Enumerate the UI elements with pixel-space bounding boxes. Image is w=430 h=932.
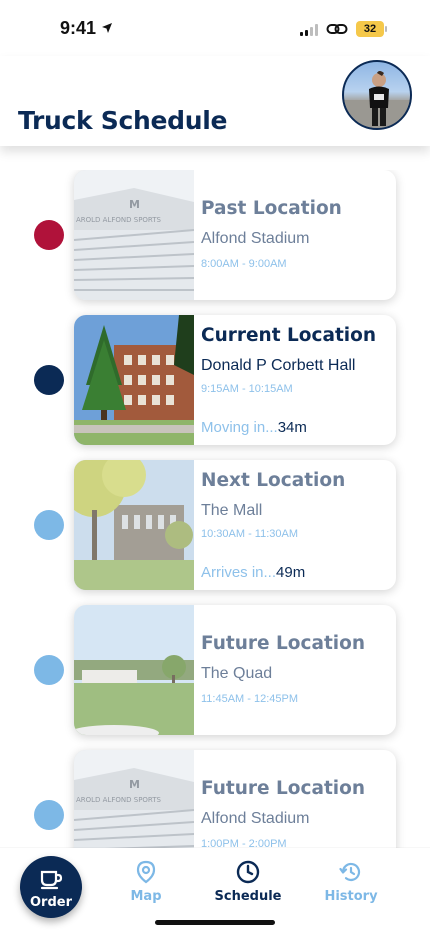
location-status: Current Location bbox=[201, 325, 377, 346]
location-status: Past Location bbox=[201, 198, 342, 219]
order-label: Order bbox=[30, 895, 72, 910]
battery-icon: 32 bbox=[356, 21, 384, 37]
coffee-cup-icon bbox=[40, 870, 63, 890]
eta-value: 49m bbox=[276, 564, 306, 581]
location-name: Donald P Corbett Hall bbox=[201, 357, 356, 374]
location-name: Alfond Stadium bbox=[201, 230, 310, 247]
avatar-photo bbox=[344, 71, 410, 128]
map-pin-icon bbox=[136, 860, 156, 884]
eta-value: 34m bbox=[277, 419, 307, 436]
card-body: Future Location The Quad 11:45AM - 12:45… bbox=[201, 605, 390, 735]
location-time: 11:45AM - 12:45PM bbox=[201, 693, 299, 705]
location-time: 8:00AM - 9:00AM bbox=[201, 258, 287, 270]
nav-item-map[interactable]: Map bbox=[101, 860, 191, 904]
location-time: 9:15AM - 10:15AM bbox=[201, 383, 293, 395]
battery-cap bbox=[385, 26, 387, 32]
location-status: Next Location bbox=[201, 470, 346, 491]
home-indicator bbox=[155, 920, 275, 925]
location-card[interactable]: Future Location The Quad 11:45AM - 12:45… bbox=[74, 605, 396, 735]
location-name: Alfond Stadium bbox=[201, 810, 310, 827]
page-header: Truck Schedule bbox=[0, 56, 430, 146]
card-body: Next Location The Mall 10:30AM - 11:30AM… bbox=[201, 460, 390, 590]
location-status: Future Location bbox=[201, 633, 366, 654]
schedule-list: M AROLD ALFOND SPORTS Past Location Alfo… bbox=[0, 170, 430, 850]
history-icon bbox=[339, 862, 361, 882]
eta-label: Arrives in... bbox=[201, 564, 277, 581]
schedule-item-past[interactable]: M AROLD ALFOND SPORTS Past Location Alfo… bbox=[0, 170, 430, 300]
order-button[interactable]: Order bbox=[20, 856, 82, 918]
nav-label-history: History bbox=[324, 889, 378, 904]
timeline-dot bbox=[34, 800, 64, 830]
schedule-item-future[interactable]: Future Location The Quad 11:45AM - 12:45… bbox=[0, 605, 430, 735]
schedule-item-current[interactable]: Current Location Donald P Corbett Hall 9… bbox=[0, 315, 430, 445]
nav-label-map: Map bbox=[130, 889, 162, 904]
location-card[interactable]: M AROLD ALFOND SPORTS Past Location Alfo… bbox=[74, 170, 396, 300]
location-card[interactable]: Next Location The Mall 10:30AM - 11:30AM… bbox=[74, 460, 396, 590]
schedule-item-next[interactable]: Next Location The Mall 10:30AM - 11:30AM… bbox=[0, 460, 430, 590]
timeline-dot bbox=[34, 220, 64, 250]
clock-icon bbox=[236, 860, 260, 884]
card-body: Future Location Alfond Stadium 1:00PM - … bbox=[201, 750, 390, 850]
nav-item-history[interactable]: History bbox=[306, 860, 396, 904]
location-name: The Quad bbox=[201, 665, 273, 682]
nav-label-schedule: Schedule bbox=[214, 889, 282, 904]
mall-photo bbox=[74, 460, 194, 590]
location-time: 10:30AM - 11:30AM bbox=[201, 528, 299, 540]
location-status: Future Location bbox=[201, 778, 366, 799]
stadium-photo: M AROLD ALFOND SPORTS bbox=[74, 750, 194, 850]
location-card[interactable]: M AROLD ALFOND SPORTS Future Location Al… bbox=[74, 750, 396, 850]
timeline-dot bbox=[34, 510, 64, 540]
page-title: Truck Schedule bbox=[18, 106, 228, 135]
quad-photo bbox=[74, 605, 194, 735]
timeline-dot bbox=[34, 365, 64, 395]
location-arrow-icon bbox=[102, 23, 112, 33]
eta: Arrives in...49m bbox=[201, 564, 305, 581]
timeline-dot bbox=[34, 655, 64, 685]
avatar[interactable] bbox=[342, 60, 412, 130]
location-card[interactable]: Current Location Donald P Corbett Hall 9… bbox=[74, 315, 396, 445]
eta-label: Moving in... bbox=[201, 419, 278, 436]
building-photo bbox=[74, 315, 194, 445]
status-bar: 9:41 32 bbox=[0, 0, 430, 56]
eta: Moving in...34m bbox=[201, 419, 307, 436]
schedule-item-future[interactable]: M AROLD ALFOND SPORTS Future Location Al… bbox=[0, 750, 430, 850]
stadium-photo: M AROLD ALFOND SPORTS bbox=[74, 170, 194, 300]
status-time: 9:41 bbox=[60, 18, 97, 38]
nav-item-schedule[interactable]: Schedule bbox=[203, 860, 293, 904]
card-body: Current Location Donald P Corbett Hall 9… bbox=[201, 315, 390, 445]
location-name: The Mall bbox=[201, 502, 263, 519]
card-body: Past Location Alfond Stadium 8:00AM - 9:… bbox=[201, 170, 390, 300]
signal-icon bbox=[300, 24, 318, 36]
link-icon bbox=[326, 24, 348, 34]
